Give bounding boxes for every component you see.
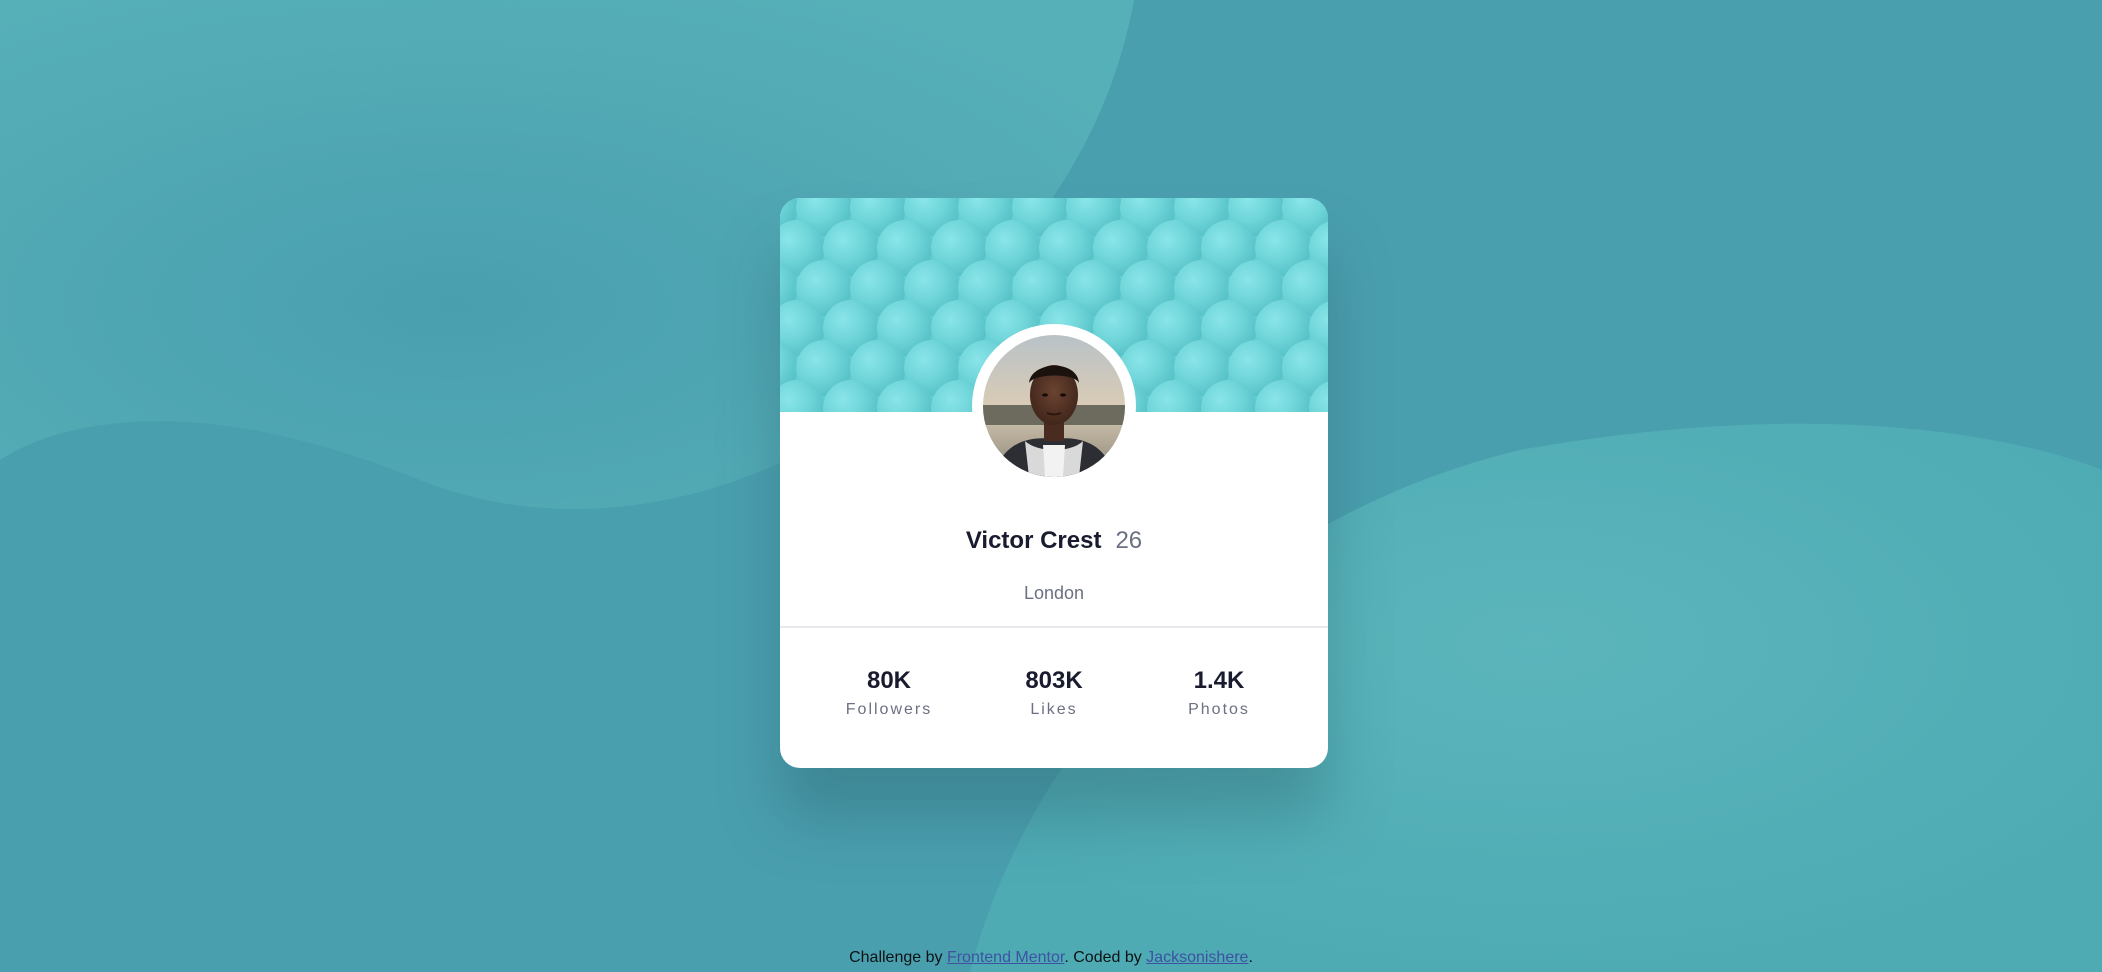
stat-label: Followers: [845, 701, 933, 718]
avatar-ring: [972, 324, 1136, 488]
author-link[interactable]: Jacksonishere: [1146, 949, 1248, 966]
attribution-prefix: Challenge by: [849, 949, 947, 966]
name-row: Victor Crest 26: [780, 526, 1328, 556]
profile-card: Victor Crest 26 London 80K Followers 803K…: [780, 198, 1328, 768]
stat-label: Photos: [1188, 701, 1250, 718]
frontend-mentor-link[interactable]: Frontend Mentor: [947, 949, 1064, 966]
stat-photos: 1.4K Photos: [1139, 666, 1299, 720]
stat-value: 80K: [866, 667, 912, 694]
divider: [780, 626, 1328, 628]
profile-location: London: [1023, 583, 1085, 603]
profile-age: 26: [1115, 527, 1143, 554]
attribution-middle: . Coded by: [1064, 949, 1147, 966]
stat-value: 803K: [1025, 667, 1083, 694]
stat-value: 1.4K: [1193, 667, 1245, 694]
stat-label: Likes: [1030, 701, 1078, 718]
profile-name: Victor Crest: [965, 527, 1102, 554]
attribution: Challenge by Frontend Mentor. Coded by J…: [0, 948, 2102, 968]
stat-followers: 80K Followers: [809, 666, 969, 720]
avatar[interactable]: [983, 335, 1125, 477]
stat-likes: 803K Likes: [974, 666, 1134, 720]
attribution-suffix: .: [1248, 949, 1253, 966]
